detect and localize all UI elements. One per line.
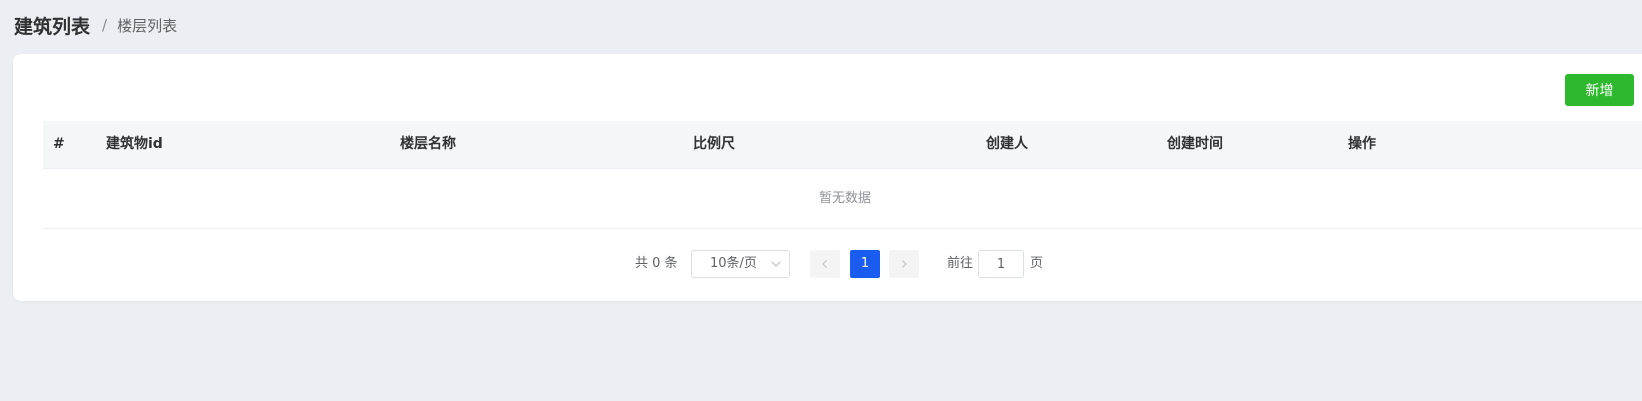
add-button[interactable]: 新增 (1565, 74, 1634, 106)
chevron-down-icon (771, 261, 781, 267)
page-size-select[interactable]: 10条/页 (691, 250, 790, 278)
page-number-1[interactable]: 1 (850, 250, 880, 278)
column-header-creator: 创建人 (986, 136, 1028, 152)
column-header-building-id: 建筑物id (106, 136, 163, 152)
goto-page-input[interactable] (978, 250, 1024, 278)
column-header-floor-name: 楼层名称 (400, 136, 456, 152)
column-header-index: # (53, 136, 65, 152)
table-body: 暂无数据 (43, 169, 1642, 229)
pagination-total: 共 0 条 (635, 256, 678, 271)
next-page-button[interactable] (889, 250, 919, 278)
page-size-value: 10条/页 (710, 256, 757, 271)
table-header: # 建筑物id 楼层名称 比例尺 创建人 创建时间 操作 (43, 121, 1642, 169)
breadcrumb-current: 楼层列表 (117, 16, 178, 35)
column-header-created-time: 创建时间 (1167, 136, 1223, 152)
goto-label: 前往 (947, 256, 974, 271)
breadcrumb: 建筑列表 / 楼层列表 (14, 10, 177, 40)
empty-text: 暂无数据 (818, 191, 871, 206)
column-header-scale: 比例尺 (693, 136, 735, 152)
prev-page-button[interactable] (810, 250, 840, 278)
chevron-right-icon (902, 260, 907, 268)
floor-table: # 建筑物id 楼层名称 比例尺 创建人 创建时间 操作 暂无数据 (43, 121, 1642, 229)
page-unit-label: 页 (1030, 256, 1044, 271)
pagination: 共 0 条 10条/页 1 前往 页 (13, 250, 1642, 278)
breadcrumb-root[interactable]: 建筑列表 (14, 12, 90, 39)
column-header-actions: 操作 (1348, 136, 1376, 152)
breadcrumb-separator: / (102, 16, 108, 34)
content-card: 新增 # 建筑物id 楼层名称 比例尺 创建人 创建时间 操作 暂无数据 共 0… (13, 54, 1642, 301)
chevron-left-icon (822, 260, 827, 268)
